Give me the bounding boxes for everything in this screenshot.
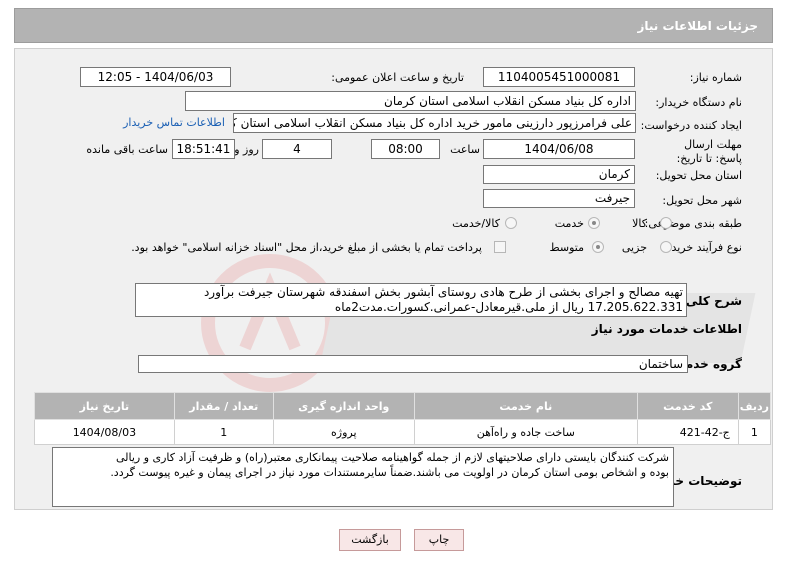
buyer-notes-line-2: بوده و اشخاص بومی استان کرمان در اولویت … <box>110 466 669 479</box>
category-both-label: کالا/خدمت <box>452 217 500 230</box>
col-header-quantity: تعداد / مقدار <box>173 392 274 420</box>
buyer-org-label: نام دستگاه خریدار: <box>655 96 742 109</box>
buyer-org-field: اداره کل بنیاد مسکن انقلاب اسلامی استان … <box>185 91 636 111</box>
announce-date-field: 1404/06/03 - 12:05 <box>80 67 231 87</box>
buyer-notes-line-1: شرکت کنندگان بایستی دارای صلاحیتهای لازم… <box>115 451 669 464</box>
need-number-label: شماره نیاز: <box>689 71 742 84</box>
cell-quantity: 1 <box>173 419 274 445</box>
category-service-radio[interactable] <box>588 217 600 229</box>
col-header-service-name: نام خدمت <box>413 392 638 420</box>
province-label: استان محل تحویل: <box>655 169 742 182</box>
cell-need-date: 1404/08/03 <box>34 419 175 445</box>
deadline-label: مهلت ارسال پاسخ: تا تاریخ: <box>676 138 742 165</box>
remaining-time-label: ساعت باقی مانده <box>86 143 168 156</box>
buyer-notes-textarea[interactable]: شرکت کنندگان بایستی دارای صلاحیتهای لازم… <box>52 447 674 507</box>
cell-service-code: ج-42-421 <box>636 419 739 445</box>
days-label: روز و <box>234 143 259 156</box>
print-button[interactable]: چاپ <box>414 529 464 551</box>
table-row: 1 ج-42-421 ساخت جاده و راه‌آهن پروژه 1 1… <box>34 419 772 445</box>
city-field: جیرفت <box>483 189 635 208</box>
services-table: ردیف کد خدمت نام خدمت واحد اندازه گیری ت… <box>34 392 772 445</box>
description-line-2: 17.205.622.331 ریال از ملی.قیرمعادل-عمرا… <box>334 300 683 314</box>
treasury-payment-checkbox[interactable] <box>494 241 506 253</box>
col-header-unit: واحد اندازه گیری <box>272 392 415 420</box>
cell-row-number: 1 <box>737 419 772 445</box>
col-header-service-code: کد خدمت <box>636 392 739 420</box>
purchase-medium-label: متوسط <box>549 241 584 254</box>
remaining-time-field: 18:51:41 <box>172 139 235 159</box>
province-field: کرمان <box>483 165 635 184</box>
category-goods-label: کالا <box>632 217 647 230</box>
announce-date-label: تاریخ و ساعت اعلان عمومی: <box>331 71 464 84</box>
buyer-contact-link[interactable]: اطلاعات تماس خریدار <box>123 116 225 129</box>
service-group-field: ساختمان <box>138 355 688 373</box>
back-button[interactable]: بازگشت <box>339 529 401 551</box>
deadline-time-label: ساعت <box>450 143 480 156</box>
deadline-time-field: 08:00 <box>371 139 440 159</box>
need-number-field: 1104005451000081 <box>483 67 635 87</box>
creator-label: ایجاد کننده درخواست: <box>640 119 742 132</box>
purchase-medium-radio[interactable] <box>592 241 604 253</box>
category-service-label: خدمت <box>554 217 584 230</box>
col-header-row-number: ردیف <box>737 392 772 420</box>
purchase-type-label: نوع فرآیند خرید : <box>664 241 742 254</box>
remaining-days-field: 4 <box>262 139 332 159</box>
col-header-need-date: تاریخ نیاز <box>34 392 175 420</box>
city-label: شهر محل تحویل: <box>662 194 742 207</box>
deadline-date-field: 1404/06/08 <box>483 139 635 159</box>
page-header: جزئیات اطلاعات نیاز <box>14 8 773 43</box>
description-line-1: تهیه مصالح و اجرای بخشی از طرح هادی روست… <box>203 285 683 299</box>
purchase-partial-label: جزیی <box>621 241 647 254</box>
services-section-title: اطلاعات خدمات مورد نیاز <box>591 322 742 336</box>
creator-field: علی فرامرزپور دارزینی مامور خرید اداره ک… <box>233 113 636 133</box>
purchase-partial-radio[interactable] <box>660 241 672 253</box>
cell-service-name: ساخت جاده و راه‌آهن <box>413 419 638 445</box>
description-textarea[interactable]: تهیه مصالح و اجرای بخشی از طرح هادی روست… <box>135 283 687 317</box>
treasury-payment-note: پرداخت تمام یا بخشی از مبلغ خرید،از محل … <box>131 241 482 254</box>
table-header-row: ردیف کد خدمت نام خدمت واحد اندازه گیری ت… <box>34 392 772 420</box>
page-title: جزئیات اطلاعات نیاز <box>637 19 758 33</box>
cell-unit: پروژه <box>272 419 415 445</box>
category-both-radio[interactable] <box>505 217 517 229</box>
category-goods-radio[interactable] <box>660 217 672 229</box>
